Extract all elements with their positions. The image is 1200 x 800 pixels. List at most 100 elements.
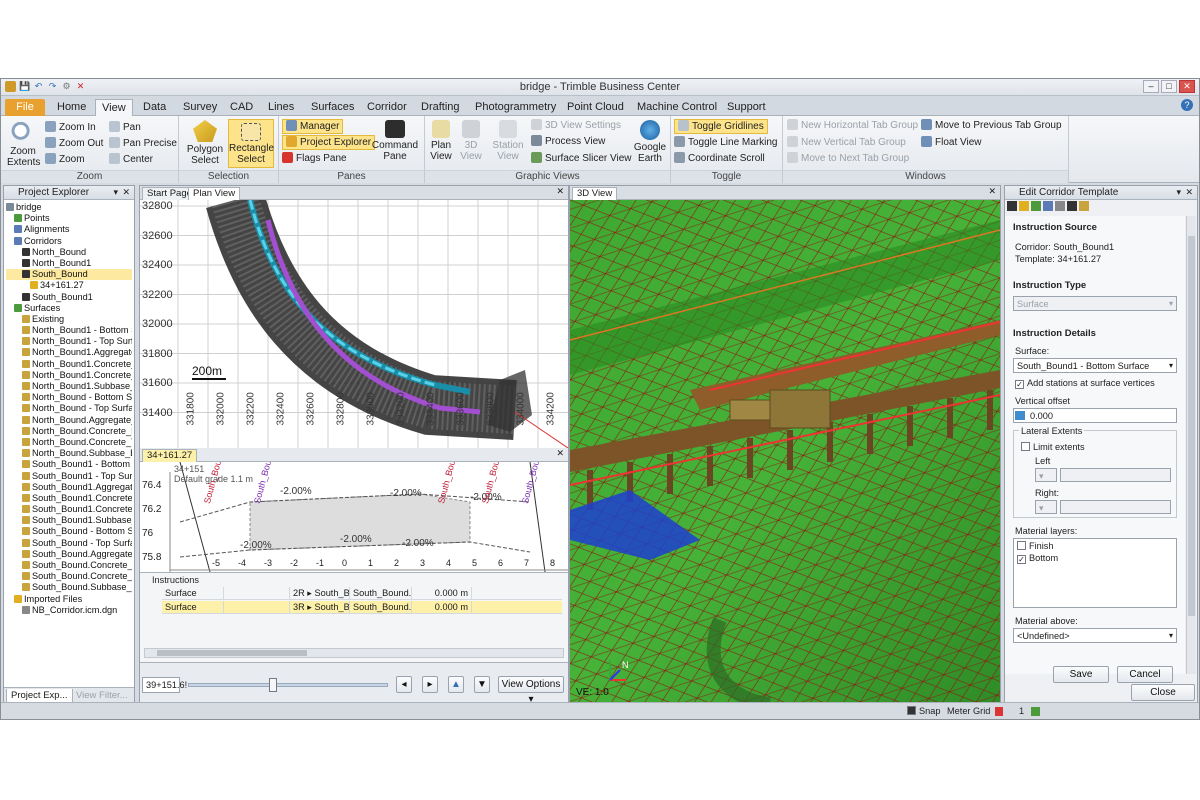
center-button[interactable]: Center bbox=[109, 153, 153, 166]
zoom-button[interactable]: Zoom bbox=[45, 153, 85, 166]
tab-view-filter[interactable]: View Filter... bbox=[72, 689, 132, 703]
tree-item[interactable]: bridge bbox=[6, 202, 132, 213]
move-to-previous-tab-group-button[interactable]: Move to Previous Tab Group bbox=[921, 119, 1062, 132]
tab-home[interactable]: Home bbox=[51, 99, 92, 116]
tab-file[interactable]: File bbox=[5, 99, 45, 116]
layer-icon[interactable] bbox=[1031, 707, 1040, 716]
tree-item[interactable]: North_Bound1 - Bottom S... bbox=[6, 325, 132, 336]
toggle-line-marking-button[interactable]: Toggle Line Marking bbox=[674, 136, 778, 149]
plan-view-canvas[interactable]: 200m 32800 32600 32400 32200 32000 31800 31600… bbox=[140, 200, 568, 448]
form-vertical-scrollbar[interactable] bbox=[1186, 216, 1196, 674]
station-slider[interactable] bbox=[188, 678, 388, 692]
tree-item[interactable]: Existing bbox=[6, 314, 132, 325]
tree-item[interactable]: South_Bound1.Concrete_... bbox=[6, 504, 132, 515]
tree-item[interactable]: Alignments bbox=[6, 224, 132, 235]
tree-item[interactable]: Corridors bbox=[6, 236, 132, 247]
polygon-select-button[interactable]: Polygon Select bbox=[184, 120, 226, 166]
units-toggle[interactable]: Meter bbox=[947, 706, 971, 716]
close-icon[interactable]: ✕ bbox=[556, 448, 564, 459]
snap-toggle[interactable]: Snap bbox=[907, 706, 940, 716]
station-input[interactable]: 39+151.6! bbox=[142, 677, 187, 693]
tree-item[interactable]: South_Bound.Concrete_T... bbox=[6, 571, 132, 582]
tree-item[interactable]: North_Bound bbox=[6, 247, 132, 258]
tree-item[interactable]: Imported Files bbox=[6, 594, 132, 605]
tree-item[interactable]: North_Bound.Aggregate_... bbox=[6, 415, 132, 426]
tab-surfaces[interactable]: Surfaces bbox=[305, 99, 360, 116]
tree-item[interactable]: North_Bound - Top Surfa... bbox=[6, 403, 132, 414]
tab-support[interactable]: Support bbox=[721, 99, 772, 116]
tree-item[interactable]: South_Bound1 bbox=[6, 292, 132, 303]
pan-button[interactable]: Pan bbox=[109, 121, 141, 134]
zoom-out-button[interactable]: Zoom Out bbox=[45, 137, 103, 150]
tree-item[interactable]: North_Bound - Bottom Su... bbox=[6, 392, 132, 403]
plan-view-button[interactable]: Plan View bbox=[427, 120, 455, 162]
template-tool-icon[interactable] bbox=[1055, 201, 1065, 211]
station-view-button[interactable]: Station View bbox=[491, 120, 525, 162]
cancel-button[interactable]: Cancel bbox=[1117, 666, 1173, 683]
tree-item[interactable]: North_Bound1.Concrete_... bbox=[6, 359, 132, 370]
tree-item[interactable]: South_Bound.Subbase_B... bbox=[6, 582, 132, 593]
instruction-type-select[interactable]: Surface ▾ bbox=[1013, 296, 1177, 311]
pin-icon[interactable]: ▾ bbox=[1176, 186, 1181, 199]
grid-toggle[interactable]: Grid bbox=[973, 706, 990, 716]
template-tool-icon[interactable] bbox=[1007, 201, 1017, 211]
tree-item[interactable]: North_Bound.Subbase_B... bbox=[6, 448, 132, 459]
tree-item[interactable]: Surfaces bbox=[6, 303, 132, 314]
zoom-extents-button[interactable]: Zoom Extents bbox=[7, 122, 40, 168]
add-stations-checkbox[interactable]: ✓ Add stations at surface vertices bbox=[1015, 378, 1155, 389]
first-station-button[interactable]: ◂ bbox=[396, 676, 412, 693]
material-above-select[interactable]: <Undefined> ▾ bbox=[1013, 628, 1177, 643]
tree-item[interactable]: South_Bound.Aggregate_... bbox=[6, 549, 132, 560]
limit-extents-checkbox[interactable]: Limit extents bbox=[1021, 442, 1085, 452]
close-icon[interactable]: ✕ bbox=[122, 186, 130, 199]
view-options-button[interactable]: View Options ▾ bbox=[498, 676, 564, 705]
process-view-button[interactable]: Process View bbox=[531, 135, 605, 148]
tab-lines[interactable]: Lines bbox=[262, 99, 300, 116]
tree-item[interactable]: South_Bound1 - Top Surf... bbox=[6, 471, 132, 482]
tree-item[interactable]: South_Bound bbox=[6, 269, 132, 281]
maximize-button[interactable]: □ bbox=[1161, 80, 1177, 93]
template-tool-icon[interactable] bbox=[1043, 201, 1053, 211]
left-extent-input[interactable] bbox=[1060, 468, 1171, 482]
tree-item[interactable]: North_Bound1.Aggregate... bbox=[6, 347, 132, 358]
tree-item[interactable]: 34+161.27 bbox=[6, 280, 132, 291]
template-tool-icon[interactable] bbox=[1067, 201, 1077, 211]
tab-data[interactable]: Data bbox=[137, 99, 172, 116]
profile-canvas[interactable]: 76.4 76.2 76 75.8 -5 -4 -3 -2 -1 0 1 2 3 4 5 6 7 8 -2.00… bbox=[140, 462, 568, 572]
right-extent-input[interactable] bbox=[1060, 500, 1171, 514]
coordinate-scroll-button[interactable]: Coordinate Scroll bbox=[674, 152, 765, 165]
tree-item[interactable]: South_Bound1 - Bottom S... bbox=[6, 459, 132, 470]
tab-machine-control[interactable]: Machine Control bbox=[631, 99, 723, 116]
surface-slicer-button[interactable]: Surface Slicer View bbox=[531, 152, 632, 165]
tree-item[interactable]: North_Bound1.Concrete_... bbox=[6, 370, 132, 381]
tab-drafting[interactable]: Drafting bbox=[415, 99, 466, 116]
pan-precise-button[interactable]: Pan Precise bbox=[109, 137, 177, 150]
tree-item[interactable]: South_Bound1.Aggregate... bbox=[6, 482, 132, 493]
left-mode-select[interactable]: ▾ bbox=[1035, 468, 1057, 482]
tab-cad[interactable]: CAD bbox=[224, 99, 259, 116]
flags-pane-button[interactable]: Flags Pane bbox=[282, 152, 347, 165]
move-to-next-tab-group-button[interactable]: Move to Next Tab Group bbox=[787, 152, 909, 165]
tab-project-explorer[interactable]: Project Exp... bbox=[6, 689, 73, 703]
tab-corridor[interactable]: Corridor bbox=[361, 99, 413, 116]
table-row[interactable]: Surface 3R ▸ South_B...South_Bound...0.00… bbox=[162, 601, 562, 614]
zoom-in-button[interactable]: Zoom In bbox=[45, 121, 96, 134]
help-icon[interactable]: ? bbox=[1181, 99, 1193, 111]
layer-bottom[interactable]: ✓ Bottom bbox=[1017, 553, 1058, 564]
tree-item[interactable]: NB_Corridor.icm.dgn bbox=[6, 605, 132, 616]
horizontal-scrollbar[interactable] bbox=[144, 648, 564, 658]
tree-item[interactable]: North_Bound.Concrete_B... bbox=[6, 426, 132, 437]
template-tool-icon[interactable] bbox=[1031, 201, 1041, 211]
station-down-button[interactable]: ▼ bbox=[474, 676, 490, 693]
project-explorer-button[interactable]: Project Explorer bbox=[282, 135, 376, 150]
3d-view-settings-button[interactable]: 3D View Settings bbox=[531, 119, 621, 132]
close-icon[interactable]: ✕ bbox=[556, 186, 564, 197]
slider-thumb[interactable] bbox=[269, 678, 277, 692]
google-earth-button[interactable]: Google Earth bbox=[633, 120, 667, 164]
surface-select[interactable]: South_Bound1 - Bottom Surface ▾ bbox=[1013, 358, 1177, 373]
table-row[interactable]: Surface 2R ▸ South_B...South_Bound...0.00… bbox=[162, 587, 562, 600]
close-icon[interactable]: ✕ bbox=[1185, 186, 1193, 199]
tree-item[interactable]: South_Bound - Top Surfa... bbox=[6, 538, 132, 549]
layer-finish[interactable]: Finish bbox=[1017, 541, 1054, 551]
tab-3d-view[interactable]: 3D View bbox=[572, 187, 618, 200]
